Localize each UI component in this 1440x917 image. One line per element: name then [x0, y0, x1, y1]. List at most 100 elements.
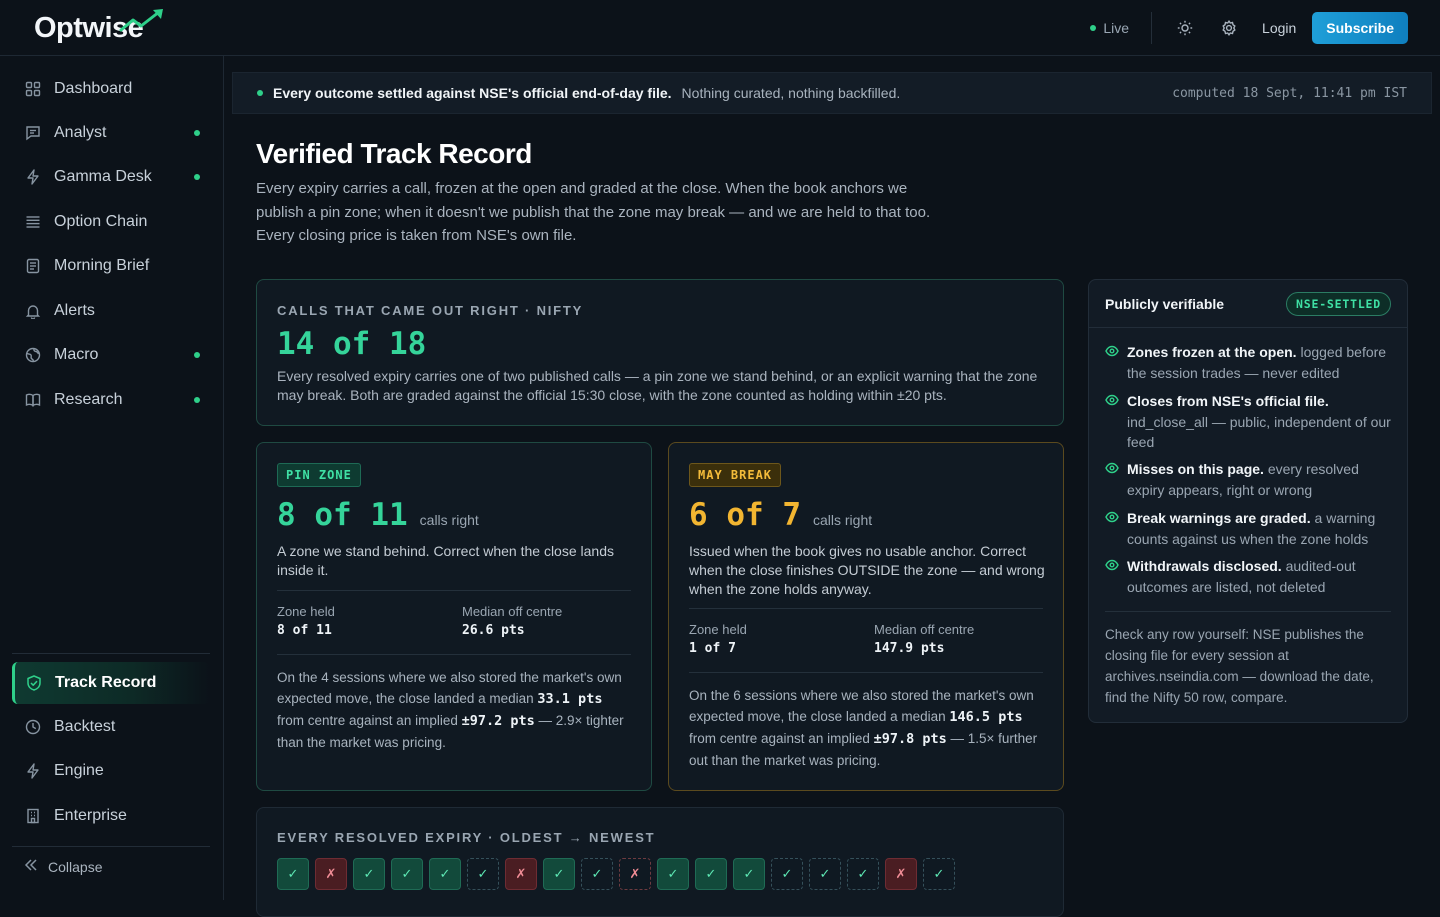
- sun-icon[interactable]: [1174, 17, 1196, 39]
- verifiable-item: Misses on this page. every resolved expi…: [1105, 459, 1395, 500]
- collapse-button[interactable]: Collapse: [24, 858, 102, 875]
- sidebar-item-enterprise[interactable]: Enterprise: [12, 795, 210, 837]
- expiry-outcome-box[interactable]: ✗: [619, 858, 651, 890]
- verifiable-item: Withdrawals disclosed. audited-out outco…: [1105, 556, 1395, 597]
- status-dot: [194, 174, 200, 180]
- may-break-analysis: On the 6 sessions where we also stored t…: [689, 688, 1038, 768]
- bell-icon: [24, 302, 42, 320]
- sidebar-item-track-record[interactable]: Track Record: [12, 662, 210, 704]
- computed-timestamp: computed 18 Sept, 11:41 pm IST: [1172, 85, 1407, 101]
- globe-icon: [24, 346, 42, 364]
- document-icon: [24, 257, 42, 275]
- list-icon: [24, 213, 42, 231]
- sidebar-item-gamma-desk[interactable]: Gamma Desk: [12, 156, 210, 198]
- gear-icon[interactable]: [1218, 17, 1240, 39]
- pin-median-off-centre: 26.6 pts: [462, 623, 525, 638]
- live-dot: [1090, 25, 1097, 31]
- history-kicker: EVERY RESOLVED EXPIRY · OLDEST → NEWEST: [277, 830, 656, 845]
- summary-text: Every resolved expiry carries one of two…: [277, 368, 1038, 403]
- expiry-history-card: EVERY RESOLVED EXPIRY · OLDEST → NEWEST …: [256, 807, 1064, 917]
- verifiable-footer: Check any row yourself: NSE publishes th…: [1105, 627, 1374, 705]
- login-link[interactable]: Login: [1262, 20, 1296, 36]
- eye-icon: [1105, 462, 1119, 474]
- pin-zone-analysis: On the 4 sessions where we also stored t…: [277, 670, 624, 750]
- sidebar-item-alerts[interactable]: Alerts: [12, 290, 210, 332]
- sidebar-item-analyst[interactable]: Analyst: [12, 112, 210, 154]
- expiry-outcome-box[interactable]: ✗: [505, 858, 537, 890]
- logo[interactable]: Optwise: [34, 9, 163, 45]
- status-dot: [194, 397, 200, 403]
- sidebar-item-option-chain[interactable]: Option Chain: [12, 201, 210, 243]
- bolt-icon: [24, 168, 42, 186]
- break-median-off-centre: 147.9 pts: [874, 641, 945, 656]
- sidebar-item-engine[interactable]: Engine: [12, 750, 210, 792]
- sidebar-item-backtest[interactable]: Backtest: [12, 706, 210, 748]
- divider: [1151, 12, 1153, 44]
- page-title: Verified Track Record: [256, 138, 532, 169]
- verifiable-item: Closes from NSE's official file. ind_clo…: [1105, 391, 1395, 453]
- may-break-desc: Issued when the book gives no usable anc…: [689, 543, 1045, 597]
- expiry-outcome-box[interactable]: ✗: [315, 858, 347, 890]
- expiry-outcome-box[interactable]: ✓: [847, 858, 879, 890]
- sidebar-divider: [12, 846, 210, 847]
- status-dot: [194, 130, 200, 136]
- may-break-value: 6 of 7: [689, 497, 801, 533]
- break-zone-held: 1 of 7: [689, 641, 736, 656]
- subscribe-button[interactable]: Subscribe: [1312, 12, 1408, 44]
- sidebar-item-macro[interactable]: Macro: [12, 334, 210, 376]
- settlement-banner: Every outcome settled against NSE's offi…: [232, 72, 1432, 114]
- summary-card: CALLS THAT CAME OUT RIGHT · NIFTY 14 of …: [256, 279, 1064, 426]
- eye-icon: [1105, 511, 1119, 523]
- may-break-tag: MAY BREAK: [689, 463, 782, 487]
- verifiable-title: Publicly verifiable: [1105, 295, 1225, 312]
- sidebar-item-morning-brief[interactable]: Morning Brief: [12, 245, 210, 287]
- pin-zone-desc: A zone we stand behind. Correct when the…: [277, 543, 614, 578]
- summary-kicker: CALLS THAT CAME OUT RIGHT · NIFTY: [277, 303, 584, 318]
- pin-zone-tag: PIN ZONE: [277, 463, 361, 487]
- outcome-strip: ✓ ✗ ✓ ✓ ✓ ✓ ✗ ✓ ✓ ✗ ✓ ✓ ✓ ✓ ✓ ✓ ✗ ✓: [277, 858, 961, 890]
- sidebar: Dashboard Analyst Gamma Desk Option Chai…: [0, 56, 224, 900]
- expiry-outcome-box[interactable]: ✓: [657, 858, 689, 890]
- verifiable-item: Break warnings are graded. a warning cou…: [1105, 508, 1395, 549]
- status-dot: [194, 352, 200, 358]
- expiry-outcome-box[interactable]: ✗: [885, 858, 917, 890]
- page-description: Every expiry carries a call, frozen at t…: [256, 180, 931, 244]
- sidebar-item-dashboard[interactable]: Dashboard: [12, 68, 210, 110]
- expiry-outcome-box[interactable]: ✓: [695, 858, 727, 890]
- top-bar: Optwise Live Login Subscribe: [0, 0, 1440, 56]
- verifiable-item: Zones frozen at the open. logged before …: [1105, 342, 1395, 383]
- status-dot: [257, 90, 263, 96]
- may-break-card: MAY BREAK 6 of 7 calls right Issued when…: [668, 442, 1064, 791]
- logo-arrow-icon: [119, 9, 163, 32]
- summary-value: 14 of 18: [277, 326, 427, 362]
- pin-zone-held: 8 of 11: [277, 623, 332, 638]
- verifiable-panel: Publicly verifiable NSE-SETTLED Zones fr…: [1088, 279, 1408, 723]
- expiry-outcome-box[interactable]: ✓: [923, 858, 955, 890]
- sidebar-divider: [12, 653, 210, 654]
- book-icon: [24, 391, 42, 409]
- expiry-outcome-box[interactable]: ✓: [467, 858, 499, 890]
- eye-icon: [1105, 394, 1119, 406]
- chat-icon: [24, 124, 42, 142]
- eye-icon: [1105, 345, 1119, 357]
- eye-icon: [1105, 559, 1119, 571]
- shield-check-icon: [25, 674, 43, 692]
- live-indicator: Live: [1090, 20, 1129, 36]
- expiry-outcome-box[interactable]: ✓: [581, 858, 613, 890]
- pin-zone-card: PIN ZONE 8 of 11 calls right A zone we s…: [256, 442, 652, 791]
- expiry-outcome-box[interactable]: ✓: [733, 858, 765, 890]
- sidebar-item-research[interactable]: Research: [12, 379, 210, 421]
- expiry-outcome-box[interactable]: ✓: [809, 858, 841, 890]
- expiry-outcome-box[interactable]: ✓: [429, 858, 461, 890]
- expiry-outcome-box[interactable]: ✓: [391, 858, 423, 890]
- bolt-icon: [24, 762, 42, 780]
- pin-zone-value: 8 of 11: [277, 497, 408, 533]
- expiry-outcome-box[interactable]: ✓: [277, 858, 309, 890]
- expiry-outcome-box[interactable]: ✓: [543, 858, 575, 890]
- expiry-outcome-box[interactable]: ✓: [353, 858, 385, 890]
- expiry-outcome-box[interactable]: ✓: [771, 858, 803, 890]
- grid-icon: [24, 80, 42, 98]
- chevrons-left-icon: [24, 858, 38, 875]
- building-icon: [24, 807, 42, 825]
- clock-icon: [24, 718, 42, 736]
